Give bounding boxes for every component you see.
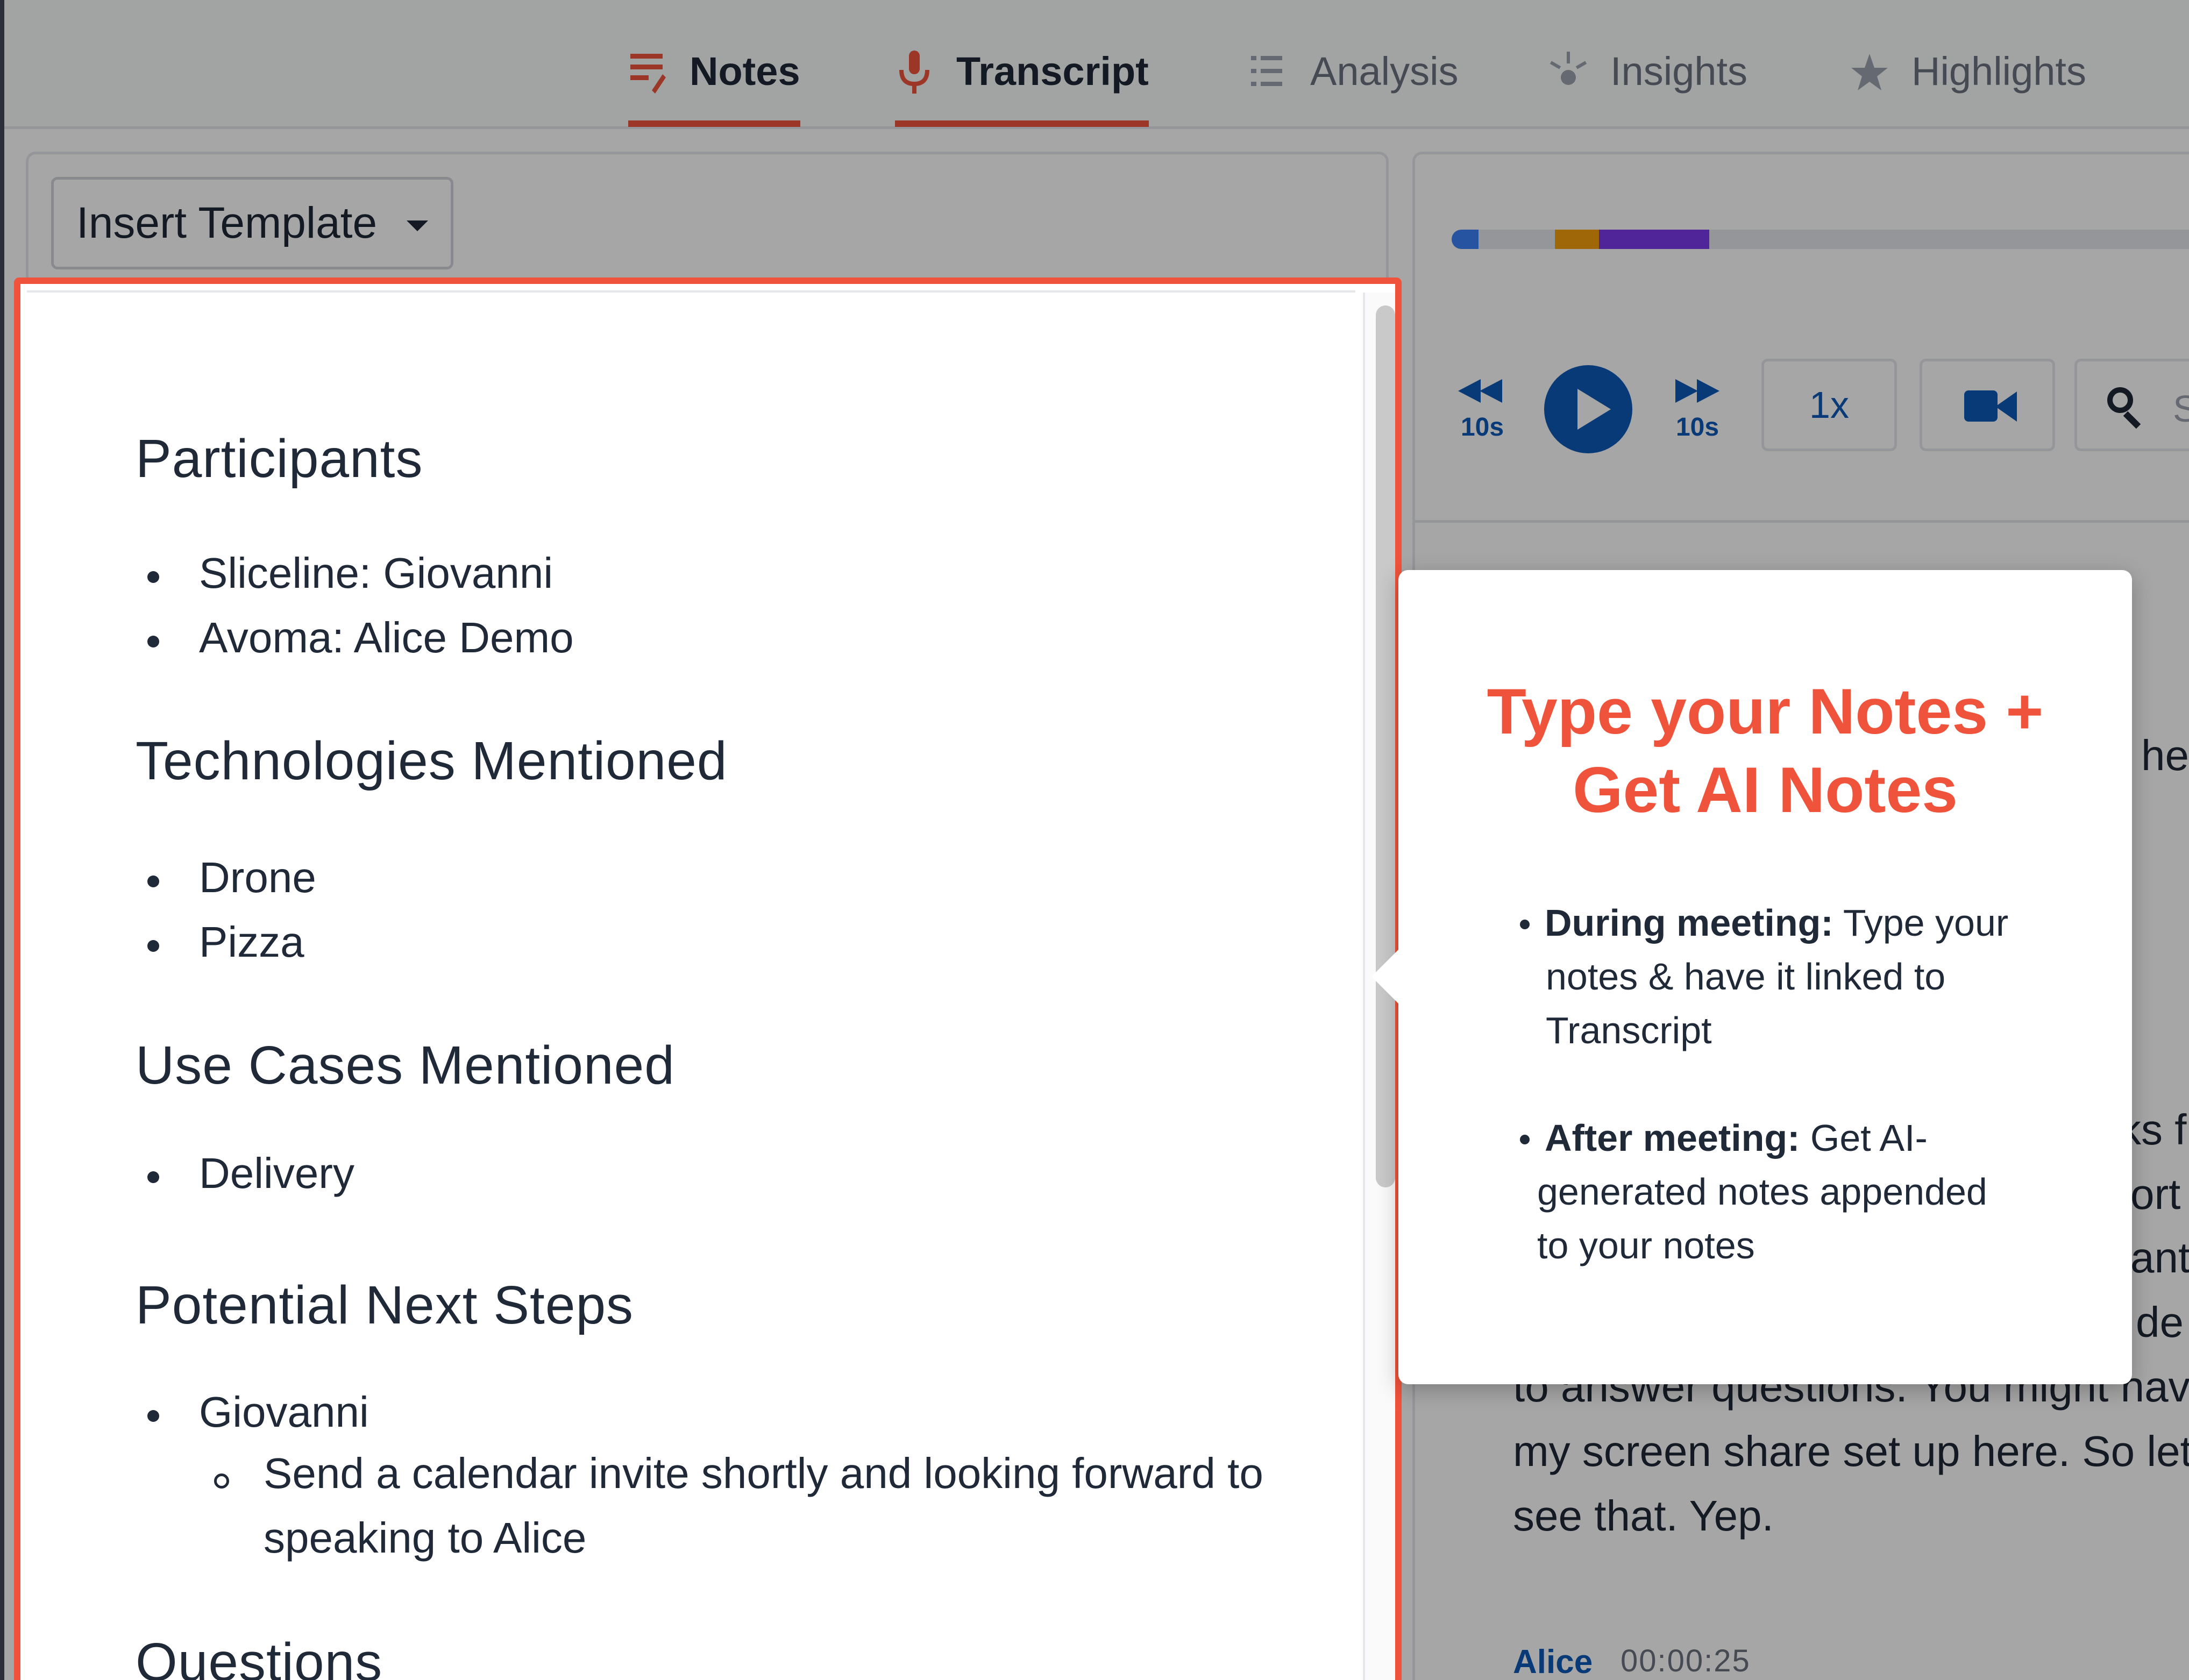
forward-label: 10s [1675, 413, 1719, 442]
tab-label: Analysis [1310, 49, 1459, 94]
play-button[interactable] [1544, 365, 1632, 453]
tooltip-bold: After meeting: [1545, 1117, 1800, 1159]
notes-heading: Potential Next Steps [136, 1275, 634, 1335]
notes-editor-content[interactable]: Participants Sliceline: Giovanni Avoma: … [27, 290, 1355, 1680]
insert-template-button[interactable]: Insert Template [51, 177, 453, 269]
rewind-label: 10s [1460, 413, 1504, 442]
window-edge [0, 0, 4, 1680]
playback-controls: 10s 10s 1x S [1415, 359, 2189, 461]
tooltip-title-line: Get AI Notes [1573, 754, 1958, 826]
tab-label: Insights [1610, 49, 1748, 94]
tooltip-text-line: Transcript [1546, 1009, 1712, 1051]
scrollbar-thumb[interactable] [1376, 305, 1395, 1187]
list-bullet [147, 1410, 159, 1422]
list-bullet [147, 636, 159, 647]
rewind-icon [1480, 379, 1502, 403]
list-item: Delivery [199, 1149, 354, 1197]
tooltip-text: During meeting: Type your [1545, 896, 2083, 950]
speed-label: 1x [1809, 384, 1849, 426]
notes-heading: Use Cases Mentioned [136, 1035, 675, 1095]
transcript-text: ort [2130, 1170, 2181, 1218]
rewind-icon [1458, 379, 1481, 403]
star-icon [1850, 48, 1889, 97]
sub-list-bullet [214, 1473, 229, 1489]
transcript-text: ant [2130, 1234, 2189, 1282]
search-placeholder: S [2173, 388, 2189, 430]
tab-highlights[interactable]: Highlights [1850, 48, 2086, 127]
transcript-text: de [2136, 1298, 2184, 1346]
tooltip-text-line: notes & have it linked to [1546, 956, 1946, 998]
chevron-down-icon [407, 220, 428, 231]
insert-template-label: Insert Template [76, 198, 378, 247]
forward-icon [1675, 379, 1698, 403]
notes-editor[interactable]: Participants Sliceline: Giovanni Avoma: … [14, 277, 1402, 1680]
speaker-name[interactable]: Alice [1513, 1643, 1593, 1680]
tooltip-text: After meeting: Get AI- [1545, 1111, 2083, 1165]
rewind-10s-button[interactable]: 10s [1453, 375, 1512, 445]
timeline-progress-bar[interactable] [1452, 230, 2189, 249]
tooltip-arrow [1371, 946, 1402, 1007]
tooltip-bold: During meeting: [1545, 902, 1833, 944]
notes-heading: Participants [136, 429, 423, 489]
list-item: Avoma: Alice Demo [199, 614, 574, 661]
notes-heading: Questions [136, 1632, 383, 1680]
list-item: Giovanni [199, 1388, 369, 1436]
timeline-segment [1554, 230, 1600, 249]
insights-icon [1549, 48, 1588, 97]
tooltip-bullet [1520, 1135, 1530, 1144]
forward-10s-button[interactable]: 10s [1668, 375, 1727, 445]
timestamp[interactable]: 00:00:25 [1621, 1643, 1751, 1679]
tab-bar: Notes Transcript Analysis Insights Highl… [0, 0, 2189, 129]
notes-heading: Technologies Mentioned [136, 731, 728, 791]
tooltip-bullet [1520, 920, 1530, 929]
tab-notes[interactable]: Notes [628, 48, 800, 127]
transcript-text: my screen share set up here. So let m [1513, 1427, 2189, 1475]
timeline-segment [1599, 230, 1709, 249]
list-item: Pizza [199, 918, 304, 966]
microphone-icon [895, 48, 934, 97]
tooltip-text-line: Type your [1833, 902, 2009, 944]
list-bullet [147, 1171, 159, 1183]
timeline-segment [1452, 230, 1479, 249]
transcript-text: he [2141, 731, 2189, 779]
list-item: Sliceline: Giovanni [199, 549, 553, 597]
tooltip-text-line: to your notes [1537, 1225, 1755, 1266]
playback-speed-button[interactable]: 1x [1761, 359, 1897, 451]
tab-label: Transcript [956, 49, 1149, 94]
transcript-search-input[interactable]: S [2074, 359, 2189, 451]
list-bullet [147, 571, 159, 583]
search-icon-handle [2123, 411, 2141, 429]
tooltip-title-line: Type your Notes + [1487, 675, 2044, 748]
onboarding-tooltip: Type your Notes + Get AI Notes During me… [1371, 570, 2132, 1384]
video-camera-icon [1964, 390, 1998, 422]
forward-icon [1697, 379, 1719, 403]
list-bullet [147, 875, 159, 887]
tooltip-title: Type your Notes + Get AI Notes [1398, 672, 2132, 829]
search-icon [2107, 387, 2133, 413]
video-toggle-button[interactable] [1920, 359, 2055, 451]
divider [1415, 520, 2189, 523]
transcript-text: see that. Yep. [1513, 1492, 1774, 1540]
tab-transcript[interactable]: Transcript [895, 48, 1149, 127]
analysis-icon [1249, 48, 1288, 97]
tooltip-text-line: Get AI- [1800, 1117, 1928, 1159]
tab-label: Notes [690, 49, 800, 94]
tab-analysis[interactable]: Analysis [1249, 48, 1459, 127]
tab-insights[interactable]: Insights [1549, 48, 1747, 127]
notes-icon [628, 48, 667, 97]
tab-label: Highlights [1911, 49, 2086, 94]
tooltip-text-line: generated notes appended [1537, 1171, 1987, 1213]
list-bullet [147, 940, 159, 952]
list-item: Drone [199, 853, 316, 901]
video-camera-lens [1995, 391, 2017, 422]
sub-list-item: Send a calendar invite shortly and looki… [264, 1449, 1263, 1562]
